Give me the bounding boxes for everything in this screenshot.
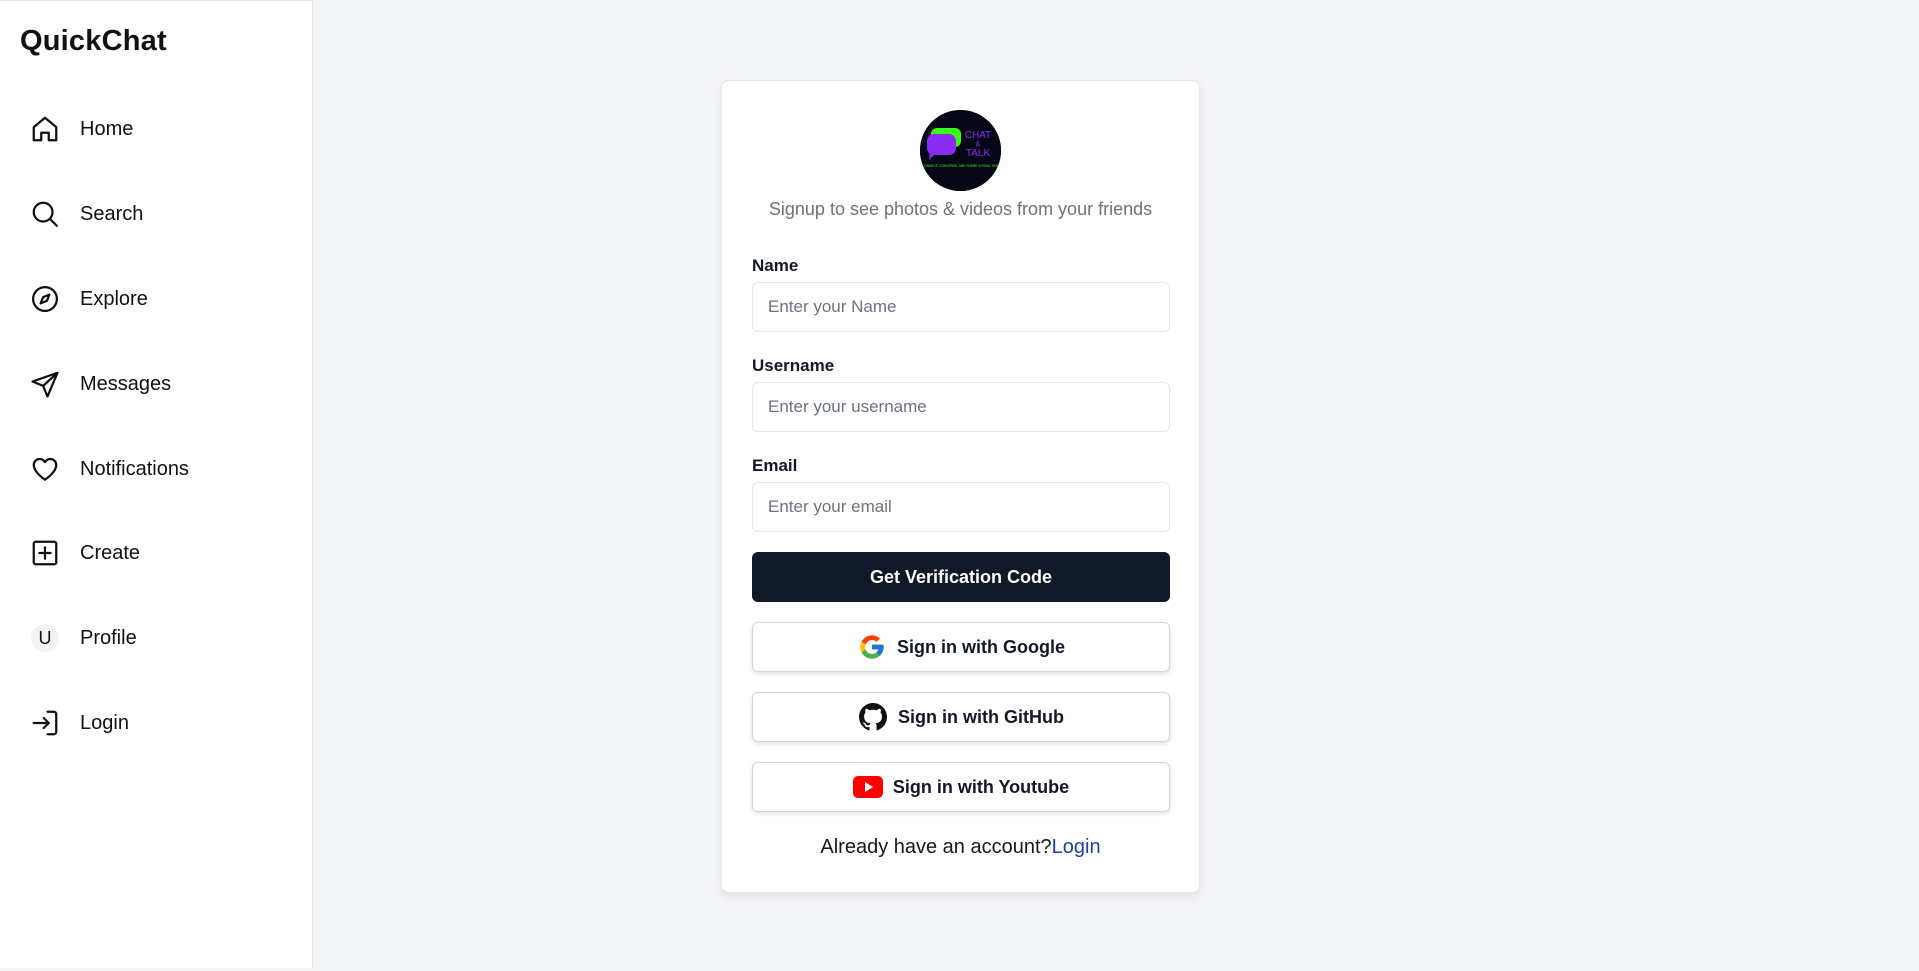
logo-text-chat: CHAT bbox=[965, 130, 991, 141]
youtube-icon bbox=[852, 772, 883, 802]
search-icon bbox=[30, 199, 60, 229]
sidebar-item-search[interactable]: Search bbox=[30, 192, 290, 236]
home-icon bbox=[30, 114, 60, 144]
sign-in-github-button[interactable]: Sign in with GitHub bbox=[752, 692, 1170, 742]
name-label: Name bbox=[752, 256, 799, 275]
sidebar: QuickChat Home Search Explore Messages N… bbox=[0, 0, 313, 968]
login-prompt-text: Already have an account? bbox=[820, 836, 1052, 858]
github-button-label: Sign in with GitHub bbox=[898, 706, 1064, 727]
sidebar-item-label: Notifications bbox=[80, 457, 189, 480]
avatar: U bbox=[30, 623, 60, 653]
username-label: Username bbox=[752, 356, 835, 375]
signup-card: CHAT & TALK CONNECT, CONVERSE, AND SHARE… bbox=[721, 80, 1200, 893]
logo-text-amp: & bbox=[976, 141, 981, 148]
chat-talk-logo: CHAT & TALK CONNECT, CONVERSE, AND SHARE… bbox=[920, 110, 1001, 191]
compass-icon bbox=[30, 284, 60, 314]
sidebar-item-login[interactable]: Login bbox=[30, 701, 290, 745]
sidebar-item-explore[interactable]: Explore bbox=[30, 277, 290, 321]
avatar-initial: U bbox=[31, 624, 59, 652]
sidebar-item-messages[interactable]: Messages bbox=[30, 362, 290, 406]
google-button-label: Sign in with Google bbox=[897, 636, 1065, 657]
get-verification-code-button[interactable]: Get Verification Code bbox=[752, 552, 1170, 602]
name-field[interactable] bbox=[752, 282, 1170, 332]
sidebar-item-label: Explore bbox=[80, 287, 148, 310]
login-icon bbox=[30, 708, 60, 738]
sidebar-item-label: Messages bbox=[80, 372, 172, 395]
send-icon bbox=[30, 369, 60, 399]
login-link[interactable]: Login bbox=[1052, 836, 1101, 858]
sidebar-item-home[interactable]: Home bbox=[30, 107, 290, 151]
sidebar-item-profile[interactable]: U Profile bbox=[30, 616, 290, 660]
brand-logo-text[interactable]: QuickChat bbox=[20, 25, 167, 58]
logo-tagline: CONNECT, CONVERSE, AND SHARE IN REAL TIM… bbox=[922, 164, 999, 168]
github-icon bbox=[858, 702, 888, 732]
sidebar-item-label: Login bbox=[80, 711, 129, 734]
sidebar-item-notifications[interactable]: Notifications bbox=[30, 447, 290, 491]
email-field[interactable] bbox=[752, 482, 1170, 532]
sidebar-item-label: Home bbox=[80, 117, 134, 140]
plus-square-icon bbox=[30, 538, 60, 568]
sign-in-youtube-button[interactable]: Sign in with Youtube bbox=[752, 762, 1170, 812]
app-root: QuickChat Home Search Explore Messages N… bbox=[0, 0, 1919, 971]
google-icon bbox=[857, 632, 887, 662]
sidebar-item-label: Create bbox=[80, 541, 141, 564]
logo-text-talk: TALK bbox=[966, 148, 991, 159]
login-prompt: Already have an account?Login bbox=[722, 836, 1199, 859]
youtube-button-label: Sign in with Youtube bbox=[892, 776, 1070, 797]
email-label: Email bbox=[752, 456, 798, 475]
username-field[interactable] bbox=[752, 382, 1170, 432]
heart-icon bbox=[30, 454, 60, 484]
sign-in-google-button[interactable]: Sign in with Google bbox=[752, 622, 1170, 672]
signup-subtitle: Signup to see photos & videos from your … bbox=[768, 199, 1153, 219]
sidebar-item-label: Search bbox=[80, 202, 144, 225]
sidebar-item-create[interactable]: Create bbox=[30, 531, 290, 575]
sidebar-item-label: Profile bbox=[80, 626, 137, 649]
